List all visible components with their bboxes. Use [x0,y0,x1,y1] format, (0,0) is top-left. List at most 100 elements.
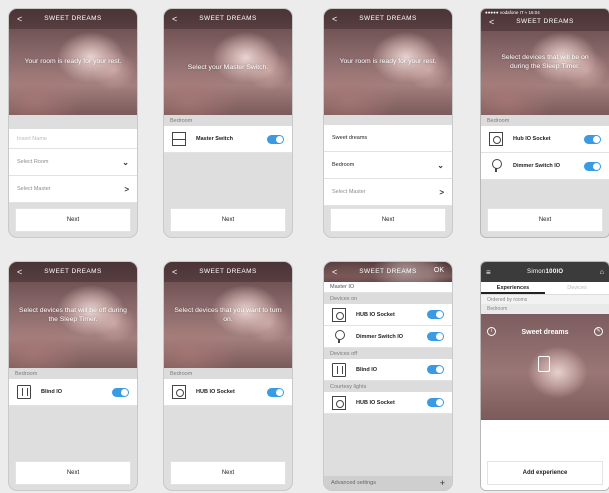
socket-icon [332,307,346,322]
next-button[interactable]: Next [330,208,446,232]
next-button[interactable]: Next [170,461,286,485]
back-icon[interactable]: < [17,267,22,277]
device-toggle[interactable] [584,134,601,144]
screen-title: SWEET DREAMS [199,268,257,275]
chevron-right-icon: > [124,184,129,194]
hero-message: Your room is ready for your rest. [339,58,437,65]
status-bar: ●●●●● vodafone IT ≈ 16:04 [485,10,540,15]
hero-message: Select your Master Switch. [187,64,269,71]
device-row[interactable]: Dimmer Switch IO [481,153,609,180]
device-label: Blind IO [41,389,63,395]
list-item: Master IO [324,282,452,293]
select-master-label: Select Master [332,189,366,195]
section-header: Courtesy lights [324,381,452,392]
screen-title: SWEET DREAMS [359,268,417,275]
home-icon[interactable]: ⌂ [600,269,604,276]
bulb-icon [332,329,346,344]
hero-message: Select devices that you want to turn on. [174,307,282,323]
device-label: Master Switch [196,136,233,142]
device-row[interactable]: HUB IO Socket [324,304,452,326]
select-room-row[interactable]: Bedroom ⌄ [324,152,452,179]
sleep-icon [538,356,550,372]
select-room-row[interactable]: Select Room ⌄ [9,149,137,176]
spacer [324,115,452,125]
screen-title: SWEET DREAMS [516,18,574,25]
chevron-right-icon: > [439,187,444,197]
ok-button[interactable]: OK [434,267,444,274]
hero-image: < SWEET DREAMS Select your Master Switch… [164,9,292,115]
footer: Next [481,203,609,237]
section-header: Bedroom [481,115,609,126]
back-icon[interactable]: < [172,14,177,24]
device-toggle[interactable] [267,387,284,397]
hero-image: < SWEET DREAMS Select devices that you w… [164,262,292,368]
screen-master-switch: < SWEET DREAMS Select your Master Switch… [163,8,293,238]
device-toggle[interactable] [427,310,444,319]
section-header: Bedroom [164,115,292,126]
name-input[interactable]: Insert Name [9,129,137,149]
brand-prefix: Simon [527,269,546,275]
next-button[interactable]: Next [170,208,286,232]
back-icon[interactable]: < [332,14,337,24]
name-input[interactable]: Sweet dreams [324,125,452,152]
screen-experience-summary: < SWEET DREAMS OK Master IO Devices on H… [323,261,453,491]
switch-icon [172,132,186,146]
add-experience-button[interactable]: Add experience [487,461,603,485]
device-toggle[interactable] [584,161,601,171]
next-button[interactable]: Next [15,208,131,232]
device-row[interactable]: HUB IO Socket [324,392,452,414]
device-row[interactable]: Dimmer Switch IO [324,326,452,348]
select-master-row[interactable]: Select Master > [324,179,452,206]
footer: Next [9,203,137,237]
experience-card[interactable]: i Sweet dreams ✎ [481,314,609,420]
device-row[interactable]: HUB IO Socket [164,379,292,406]
device-toggle[interactable] [427,398,444,407]
screen-title: SWEET DREAMS [44,15,102,22]
experience-title: Sweet dreams [521,329,569,336]
screen-title: SWEET DREAMS [199,15,257,22]
device-toggle[interactable] [427,332,444,341]
bulb-icon [489,159,503,173]
footer: Next [164,203,292,237]
settings-list[interactable]: Master IO Devices on HUB IO Socket Dimme… [324,282,452,414]
brand-logo: Simon100IO [491,269,600,275]
footer: Next [164,456,292,490]
next-button[interactable]: Next [487,208,603,232]
screen-name-room-filled: < SWEET DREAMS Your room is ready for yo… [323,8,453,238]
tab-devices[interactable]: Devices [545,282,609,294]
screen-title: SWEET DREAMS [359,15,417,22]
chevron-down-icon: ⌄ [437,160,444,170]
footer: Add experience [481,456,609,490]
device-row[interactable]: Hub IO Socket [481,126,609,153]
back-icon[interactable]: < [332,267,337,277]
device-row[interactable]: Blind IO [324,359,452,381]
name-value: Sweet dreams [332,135,368,141]
room-value: Bedroom [332,162,355,168]
sort-label: Ordered by rooms [481,295,609,304]
hero-image: < SWEET DREAMS Your room is ready for yo… [324,9,452,115]
edit-icon[interactable]: ✎ [594,327,603,336]
device-toggle[interactable] [267,134,284,144]
select-master-row[interactable]: Select Master > [9,176,137,203]
blind-icon [332,362,346,377]
device-toggle[interactable] [427,365,444,374]
hero-message: Select devices that will be off during t… [19,307,127,323]
device-toggle[interactable] [112,387,129,397]
spacer [9,115,137,129]
section-header: Bedroom [164,368,292,379]
next-button[interactable]: Next [15,461,131,485]
chevron-down-icon: ⌄ [122,157,129,167]
footer: Next [9,456,137,490]
device-row[interactable]: Master Switch [164,126,292,153]
back-icon[interactable]: < [17,14,22,24]
device-row[interactable]: Blind IO [9,379,137,406]
back-icon[interactable]: < [172,267,177,277]
select-room-label: Select Room [17,159,49,165]
tab-experiences[interactable]: Experiences [481,282,545,294]
tab-bar: Experiences Devices [481,282,609,295]
header-bar: < SWEET DREAMS OK [324,262,452,282]
screen-devices-on: ●●●●● vodafone IT ≈ 16:04 < SWEET DREAMS… [480,8,609,238]
advanced-settings-row[interactable]: Advanced settings + [324,476,452,490]
device-label: Hub IO Socket [513,136,551,142]
back-icon[interactable]: < [489,17,494,27]
